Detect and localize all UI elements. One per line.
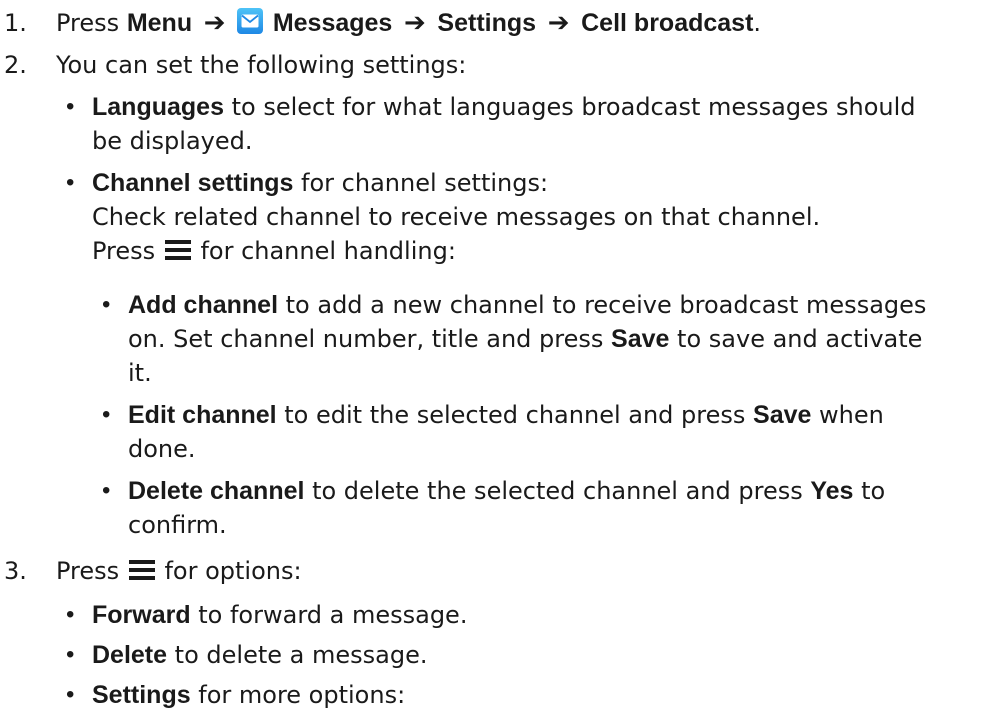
right-arrow-icon: ➔ — [403, 8, 426, 38]
languages-term: Languages — [92, 93, 224, 121]
hamburger-menu-icon — [128, 560, 155, 580]
channel-handling-text: for channel handling: — [192, 237, 456, 265]
save-term: Save — [611, 325, 670, 353]
forward-description: to forward a message. — [190, 601, 468, 629]
step-number: 1. — [4, 9, 27, 37]
messages-term: Messages — [272, 9, 393, 37]
right-arrow-icon: ➔ — [203, 8, 226, 38]
delete-term: Delete — [92, 641, 168, 669]
delete-channel-text: to — [853, 477, 886, 505]
step-number: 3. — [4, 557, 27, 585]
add-channel-term: Add channel — [128, 291, 279, 319]
delete-channel-term: Delete channel — [128, 477, 305, 505]
step-number: 2. — [4, 51, 27, 79]
yes-term: Yes — [810, 477, 854, 505]
hamburger-menu-icon — [164, 240, 191, 260]
instruction-page: 1. Press Menu ➔ Messages ➔ Settings ➔ Ce… — [0, 0, 995, 720]
bullet: • — [102, 401, 111, 428]
add-channel-description: to add a new channel to receive broadcas… — [278, 291, 927, 319]
delete-channel-line-2: confirm. — [128, 511, 227, 539]
period: . — [753, 9, 762, 37]
settings-line: Settings for more options: — [92, 678, 405, 712]
settings-term: Settings — [437, 9, 537, 37]
add-channel-text: on. Set channel number, title and press — [128, 325, 612, 353]
channel-settings-line-3: Press for channel handling: — [92, 234, 456, 268]
add-channel-line-2: on. Set channel number, title and press … — [128, 322, 922, 356]
add-channel-text: to save and activate — [669, 325, 923, 353]
save-term: Save — [753, 401, 812, 429]
bullet: • — [66, 641, 75, 668]
channel-settings-description: for channel settings: — [293, 169, 549, 197]
languages-line-1: Languages to select for what languages b… — [92, 90, 916, 124]
edit-channel-term: Edit channel — [128, 401, 277, 429]
add-channel-line-1: Add channel to add a new channel to rece… — [128, 288, 926, 322]
options-text: for options: — [156, 557, 302, 585]
settings-term: Settings — [92, 681, 191, 709]
step-3-line: Press for options: — [56, 554, 302, 588]
menu-term: Menu — [126, 9, 193, 37]
forward-term: Forward — [92, 601, 191, 629]
step-1-line: Press Menu ➔ Messages ➔ Settings ➔ Cell … — [56, 6, 761, 40]
add-channel-line-3: it. — [128, 359, 152, 387]
channel-settings-term: Channel settings — [92, 169, 294, 197]
bullet: • — [66, 93, 75, 120]
languages-line-2: be displayed. — [92, 127, 253, 155]
delete-channel-line-1: Delete channel to delete the selected ch… — [128, 474, 885, 508]
press-text: Press — [92, 237, 156, 265]
delete-channel-text: to delete the selected channel and press — [304, 477, 811, 505]
edit-channel-line-2: done. — [128, 435, 196, 463]
right-arrow-icon: ➔ — [547, 8, 570, 38]
channel-settings-line-1: Channel settings for channel settings: — [92, 166, 548, 200]
edit-channel-line-1: Edit channel to edit the selected channe… — [128, 398, 884, 432]
settings-description: for more options: — [190, 681, 406, 709]
bullet: • — [66, 681, 75, 708]
bullet: • — [66, 169, 75, 196]
bullet: • — [66, 601, 75, 628]
edit-channel-text: when — [811, 401, 884, 429]
edit-channel-text: to edit the selected channel and press — [276, 401, 754, 429]
delete-description: to delete a message. — [167, 641, 428, 669]
forward-line: Forward to forward a message. — [92, 598, 467, 632]
delete-line: Delete to delete a message. — [92, 638, 427, 672]
bullet: • — [102, 291, 111, 318]
channel-settings-line-2: Check related channel to receive message… — [92, 203, 821, 231]
press-text: Press — [56, 9, 120, 37]
step-2-text: You can set the following settings: — [56, 51, 467, 79]
languages-description: to select for what languages broadcast m… — [223, 93, 916, 121]
bullet: • — [102, 477, 111, 504]
envelope-icon — [237, 8, 264, 34]
press-text: Press — [56, 557, 120, 585]
cell-broadcast-term: Cell broadcast — [581, 9, 754, 37]
